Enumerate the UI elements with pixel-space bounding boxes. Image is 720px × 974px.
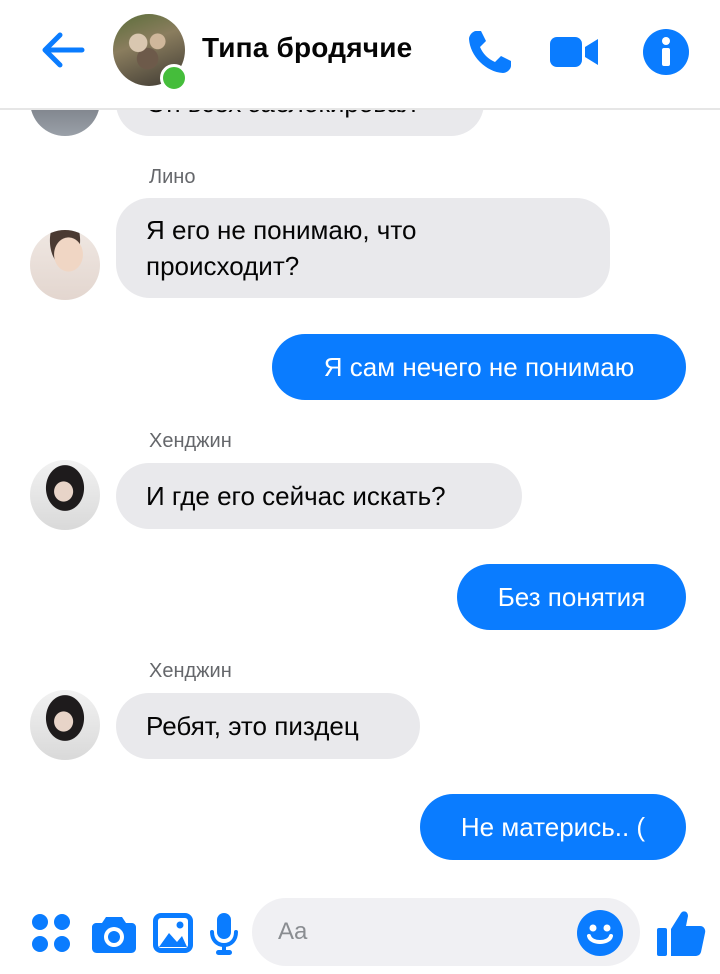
sender-name: Хенджин	[149, 660, 232, 682]
message-composer	[0, 890, 720, 974]
gallery-icon	[153, 913, 193, 953]
message-bubble-outgoing[interactable]: Я сам нечего не понимаю	[272, 334, 686, 400]
like-button[interactable]	[656, 908, 706, 958]
chat-title[interactable]: Типа бродячие	[202, 32, 412, 64]
camera-icon	[92, 917, 136, 953]
more-actions-button[interactable]	[30, 912, 72, 954]
message-bubble-incoming[interactable]: И где его сейчас искать?	[116, 463, 522, 529]
online-status-dot	[160, 64, 188, 92]
info-icon	[643, 29, 689, 75]
video-camera-icon	[550, 37, 598, 67]
avatar[interactable]	[30, 690, 100, 760]
info-button[interactable]	[640, 26, 692, 78]
thumbs-up-icon	[657, 911, 706, 956]
call-button[interactable]	[464, 26, 516, 78]
sender-name: Лино	[149, 166, 196, 188]
emoji-button[interactable]	[576, 909, 624, 957]
message-bubble-incoming[interactable]: Ребят, это пиздец	[116, 693, 420, 759]
message-bubble-outgoing[interactable]: Не матерись.. (	[420, 794, 686, 860]
emoji-icon	[577, 910, 623, 956]
message-list: Он всех заблокировал Лино Я его не поним…	[0, 0, 720, 890]
avatar[interactable]	[30, 460, 100, 530]
message-bubble-outgoing[interactable]: Без понятия	[457, 564, 686, 630]
back-button[interactable]	[38, 28, 86, 72]
avatar[interactable]	[30, 230, 100, 300]
sender-name: Хенджин	[149, 430, 232, 452]
more-icon	[32, 914, 70, 952]
gallery-button[interactable]	[152, 912, 194, 954]
phone-icon	[469, 31, 511, 73]
video-call-button[interactable]	[548, 26, 600, 78]
message-bubble-incoming[interactable]: Я его не понимаю, что происходит?	[116, 198, 610, 298]
camera-button[interactable]	[91, 912, 137, 954]
microphone-icon	[210, 913, 238, 955]
voice-message-button[interactable]	[209, 912, 239, 956]
chat-header: Типа бродячие	[0, 0, 720, 110]
back-arrow-icon	[42, 32, 85, 68]
